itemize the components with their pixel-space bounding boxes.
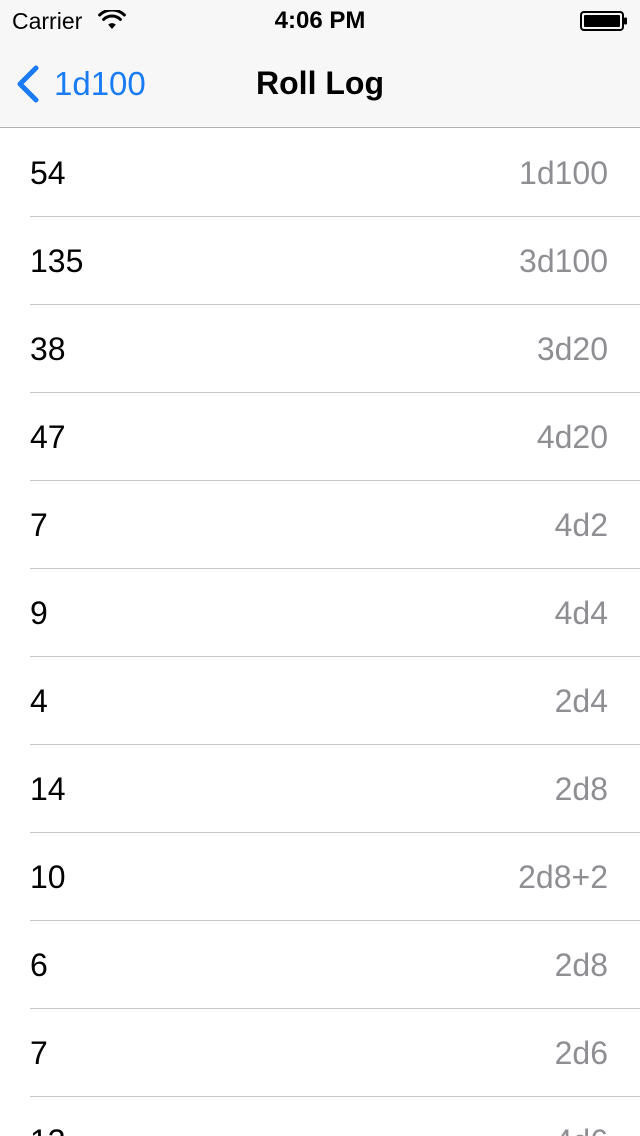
roll-result: 4 — [30, 683, 48, 719]
roll-result: 7 — [30, 1035, 48, 1071]
roll-dice-notation: 4d20 — [536, 419, 608, 455]
roll-dice-notation: 3d100 — [519, 243, 608, 279]
roll-result: 6 — [30, 947, 48, 983]
battery-icon — [580, 11, 627, 31]
roll-dice-notation: 1d100 — [519, 155, 608, 191]
status-time: 4:06 PM — [274, 7, 366, 34]
roll-log-row[interactable]: 9 4d4 — [0, 569, 640, 657]
roll-result: 14 — [30, 771, 66, 807]
roll-log-row[interactable]: 4 2d4 — [0, 657, 640, 745]
top-bar: Carrier 4:06 PM 1d100 Roll Log — [0, 0, 640, 128]
roll-log-row[interactable]: 38 3d20 — [0, 305, 640, 393]
roll-log-row[interactable]: 7 4d2 — [0, 481, 640, 569]
roll-log-row[interactable]: 6 2d8 — [0, 921, 640, 1009]
roll-dice-notation: 3d20 — [536, 331, 608, 367]
roll-dice-notation: 4d2 — [554, 507, 608, 543]
roll-log-row[interactable]: 7 2d6 — [0, 1009, 640, 1097]
roll-dice-notation: 2d8 — [554, 771, 608, 807]
roll-result: 54 — [30, 155, 66, 191]
roll-result: 13 — [30, 1097, 66, 1136]
roll-dice-notation: 4d4 — [554, 595, 608, 631]
roll-log-row[interactable]: 54 1d100 — [0, 129, 640, 217]
roll-log-row[interactable]: 10 2d8+2 — [0, 833, 640, 921]
page-title: Roll Log — [256, 65, 384, 101]
roll-log-row[interactable]: 47 4d20 — [0, 393, 640, 481]
roll-log-row[interactable]: 135 3d100 — [0, 217, 640, 305]
roll-result: 7 — [30, 507, 48, 543]
roll-log-row[interactable]: 14 2d8 — [0, 745, 640, 833]
roll-log-screen: Carrier 4:06 PM 1d100 Roll Log 54 1d100 … — [0, 0, 640, 1136]
roll-result: 10 — [30, 859, 66, 895]
roll-dice-notation: 2d6 — [554, 1035, 608, 1071]
navigation-bar: 1d100 Roll Log — [0, 40, 640, 128]
roll-dice-notation: 2d8 — [554, 947, 608, 983]
roll-result: 47 — [30, 419, 66, 455]
roll-log-table: 54 1d100 135 3d100 38 3d20 47 4d20 7 4d2 9 4d4 4 2d4 1… — [0, 129, 640, 1136]
roll-result: 9 — [30, 595, 48, 631]
roll-log-row[interactable]: 13 4d6 — [0, 1097, 640, 1136]
roll-dice-notation: 4d6 — [555, 1097, 608, 1136]
roll-dice-notation: 2d8+2 — [518, 859, 608, 895]
roll-result: 135 — [30, 243, 84, 279]
roll-dice-notation: 2d4 — [554, 683, 608, 719]
roll-result: 38 — [30, 331, 66, 367]
status-bar: Carrier 4:06 PM — [0, 0, 640, 40]
